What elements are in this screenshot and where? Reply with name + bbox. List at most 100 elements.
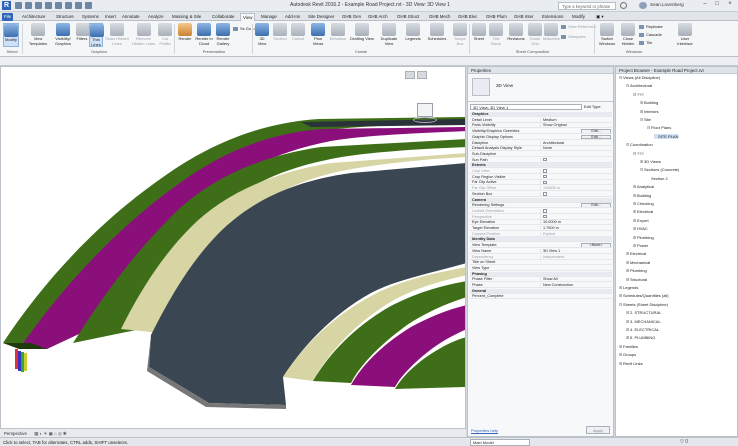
property-row[interactable]: Parts Visibility Show Original: [470, 123, 612, 129]
property-row[interactable]: Crop Region Visible: [470, 174, 612, 180]
viewports-button[interactable]: Viewports: [561, 34, 586, 39]
scope-box-button[interactable]: Scope Box: [452, 23, 468, 47]
property-row[interactable]: Phase Filter Show All: [470, 277, 612, 283]
cut-profile-button[interactable]: Cut Profile: [158, 23, 172, 47]
tab-structure[interactable]: Structure: [54, 13, 76, 21]
status-filter-icon[interactable]: ▽ 0: [680, 439, 688, 445]
sheet-button[interactable]: Sheet: [472, 23, 486, 47]
title-block-button[interactable]: Title Block: [488, 23, 504, 47]
property-value[interactable]: [540, 191, 612, 196]
property-value[interactable]: Architectural: [540, 140, 612, 145]
apply-button[interactable]: Apply: [586, 426, 610, 434]
browser-tree-item[interactable]: ⊟???: [633, 151, 644, 157]
property-value[interactable]: 130808 m: [540, 186, 612, 191]
browser-tree-item[interactable]: ⊞HVAC: [633, 226, 648, 232]
browser-tree-item[interactable]: ⊞Electrical: [633, 209, 653, 215]
view-templates-button[interactable]: View Templates: [26, 23, 50, 47]
browser-tree-item[interactable]: ⊞Groups: [619, 352, 636, 358]
revit-logo-icon[interactable]: R: [2, 1, 11, 10]
tab-ghb-gen[interactable]: GHB Gen: [340, 13, 363, 21]
tab-collaborate[interactable]: Collaborate: [210, 13, 236, 21]
property-value[interactable]: [540, 169, 612, 174]
property-value[interactable]: Show All: [540, 277, 612, 282]
render-gallery-button[interactable]: Render Gallery: [214, 23, 232, 47]
property-value[interactable]: [540, 180, 612, 185]
property-edit-button[interactable]: Edit...: [581, 203, 611, 208]
tab-file[interactable]: File: [2, 13, 14, 21]
tab-ghb-arch[interactable]: GHB Arch: [366, 13, 390, 21]
section-button[interactable]: Section: [272, 23, 288, 47]
callout-button[interactable]: Callout: [290, 23, 306, 47]
view-controls-icon[interactable]: ▦ ◐ ☀ ▣ ⌂ ◎ ✱: [34, 431, 66, 436]
browser-tree-item[interactable]: ⊟???: [633, 92, 644, 98]
tab-massing-site[interactable]: Massing & Site: [170, 13, 203, 21]
legends-button[interactable]: Legends: [404, 23, 422, 47]
property-checkbox[interactable]: [543, 192, 547, 196]
maximize-icon[interactable]: □: [712, 1, 722, 10]
instance-selector[interactable]: 3D View: 3D View 1: [470, 104, 582, 110]
browser-tree-item[interactable]: ⊟Site: [640, 117, 651, 123]
minimize-icon[interactable]: –: [700, 1, 710, 10]
property-row[interactable]: Locked Orientation: [470, 208, 612, 214]
undo-icon[interactable]: [35, 2, 42, 9]
tile-button[interactable]: Tile: [639, 40, 652, 45]
duplicate-view-button[interactable]: Duplicate View: [376, 23, 402, 47]
property-value[interactable]: [540, 208, 612, 213]
browser-tree-item[interactable]: ⊞Building: [633, 193, 651, 199]
remove-hidden-lines-button[interactable]: Remove Hidden Lines: [131, 23, 156, 47]
property-row[interactable]: Far Clip Active: [470, 180, 612, 186]
zoom-icon[interactable]: [417, 71, 427, 79]
property-row[interactable]: Far Clip Offset 130808 m: [470, 186, 612, 192]
property-value[interactable]: New Construction: [540, 283, 612, 288]
property-row[interactable]: Rendering Settings Edit...: [470, 203, 612, 209]
active-model-dropdown[interactable]: Main Model: [470, 439, 530, 446]
browser-tree-item[interactable]: ⊟Coordination: [626, 142, 653, 148]
properties-help-link[interactable]: Properties help: [471, 428, 498, 433]
browser-tree-item[interactable]: ⊞Export: [633, 218, 649, 224]
guide-grid-button[interactable]: Guide Grid: [528, 23, 542, 47]
tab-add-ins[interactable]: Add-Ins: [283, 13, 302, 21]
property-row[interactable]: Eye Elevation 10.0000 m: [470, 220, 612, 226]
browser-tree-item[interactable]: ⊞Plumbing: [633, 235, 654, 241]
viewcube[interactable]: FRONT: [413, 103, 437, 125]
browser-tree-item[interactable]: ⊞Structural: [626, 277, 647, 283]
browser-tree-item[interactable]: ⊞Schedules/Quantities (all): [619, 293, 669, 299]
print-icon[interactable]: [55, 2, 62, 9]
drafting-view-button[interactable]: Drafting View: [350, 23, 374, 47]
property-value[interactable]: 1.7500 m: [540, 226, 612, 231]
property-row[interactable]: Target Elevation 1.7500 m: [470, 226, 612, 232]
browser-tree-item[interactable]: ⊞Building: [640, 100, 658, 106]
viewcube-face[interactable]: [417, 103, 433, 117]
close-icon[interactable]: ×: [725, 1, 735, 10]
property-value[interactable]: Explicit: [540, 231, 612, 236]
browser-tree-item[interactable]: ⊞5. PLUMBING: [626, 335, 655, 341]
save-icon[interactable]: [25, 2, 32, 9]
property-row[interactable]: Discipline Architectural: [470, 140, 612, 146]
cascade-button[interactable]: Cascade: [639, 32, 662, 37]
edit-type-button[interactable]: Edit Type: [584, 104, 601, 110]
tab-annotate[interactable]: Annotate: [120, 13, 142, 21]
tab-analyze[interactable]: Analyze: [146, 13, 166, 21]
property-checkbox[interactable]: [543, 157, 547, 162]
plan-views-button[interactable]: Plan Views: [310, 23, 326, 47]
render-button[interactable]: Render: [177, 23, 193, 47]
browser-tree-item[interactable]: ⊟Views (All Discipline): [619, 75, 660, 81]
browser-tree-item[interactable]: SITE PLAN: [654, 133, 679, 139]
property-edit-button[interactable]: Edit...: [581, 129, 611, 134]
tab-ghb-inter[interactable]: GHB Inter: [512, 13, 536, 21]
browser-tree-item[interactable]: ⊟Sections (Concrete): [640, 167, 679, 173]
search-input[interactable]: Type a keyword or phrase: [558, 2, 616, 10]
property-checkbox[interactable]: [543, 214, 547, 219]
property-value[interactable]: 3D View 1: [540, 248, 612, 253]
redo-icon[interactable]: [45, 2, 52, 9]
3d-view-qa-icon[interactable]: [85, 2, 92, 9]
tab-ghb-mech[interactable]: GHB Mech: [427, 13, 452, 21]
tab-insert[interactable]: Insert: [103, 13, 118, 21]
property-checkbox[interactable]: [543, 180, 547, 185]
tab-site-designer[interactable]: Site Designer: [306, 13, 336, 21]
matchline-button[interactable]: Matchline: [543, 23, 560, 47]
browser-tree-item[interactable]: ⊞Electrical: [626, 251, 646, 257]
property-row[interactable]: Graphic Display Options Edit...: [470, 134, 612, 140]
property-row[interactable]: Perspective: [470, 214, 612, 220]
property-row[interactable]: Visibility/Graphics Overrides Edit...: [470, 129, 612, 135]
